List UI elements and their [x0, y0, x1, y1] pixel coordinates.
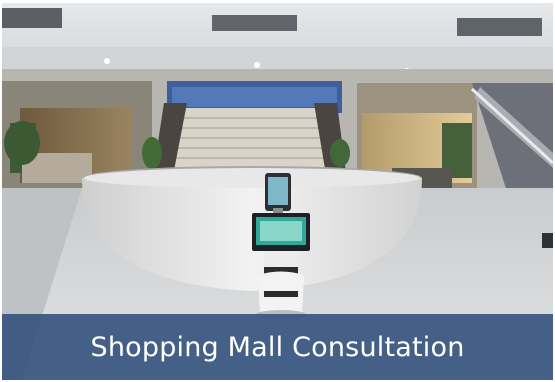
ceiling-vent — [457, 18, 542, 36]
caption-bar: Shopping Mall Consultation — [2, 314, 553, 380]
ceiling-vent — [212, 15, 297, 31]
ceiling-vent — [2, 8, 62, 28]
scenario-card[interactable]: Shopping Mall Consultation — [2, 3, 553, 380]
caption-title: Shopping Mall Consultation — [90, 331, 465, 363]
